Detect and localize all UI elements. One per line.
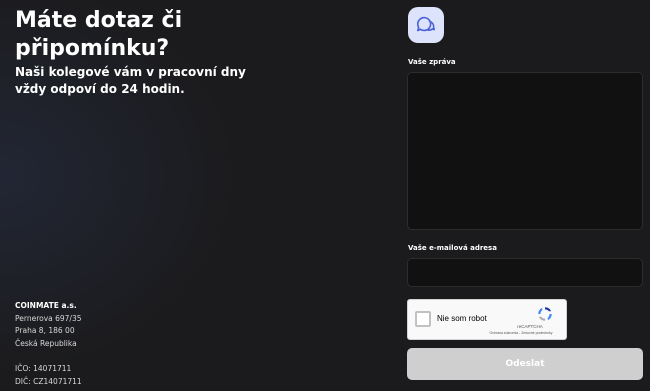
recaptcha-checkbox[interactable] <box>415 311 431 327</box>
company-name: COINMATE a.s. <box>15 301 77 310</box>
chat-badge <box>408 7 444 43</box>
chat-bubbles-icon <box>416 16 436 32</box>
company-ico: IČO: 14071711 <box>15 364 72 373</box>
recaptcha-widget: Nie som robot reCAPTCHA Ochrana súkromia… <box>407 299 567 340</box>
message-label: Vaše zpráva <box>408 58 456 66</box>
recaptcha-brand: reCAPTCHA <box>517 324 543 329</box>
recaptcha-logo-icon <box>538 307 552 321</box>
email-label: Vaše e-mailová adresa <box>408 244 497 252</box>
email-field[interactable] <box>407 258 643 287</box>
submit-button[interactable]: Odeslat <box>407 348 643 380</box>
message-textarea[interactable] <box>407 72 643 230</box>
company-country: Česká Republika <box>15 338 77 348</box>
page-subtitle: Naši kolegové vám v pracovní dny vždy od… <box>15 65 246 96</box>
company-street: Pernerova 697/35 <box>15 313 82 323</box>
company-dic: DIČ: CZ14071711 <box>15 376 82 386</box>
recaptcha-label: Nie som robot <box>437 314 487 323</box>
page-title: Máte dotaz či připomínku? <box>15 8 183 61</box>
recaptcha-terms-link[interactable]: Ochrana súkromia - Zmluvné podmienky <box>481 331 561 335</box>
company-info: COINMATE a.s. Pernerova 697/35 Praha 8, … <box>15 300 215 388</box>
company-city: Praha 8, 186 00 <box>15 326 75 335</box>
